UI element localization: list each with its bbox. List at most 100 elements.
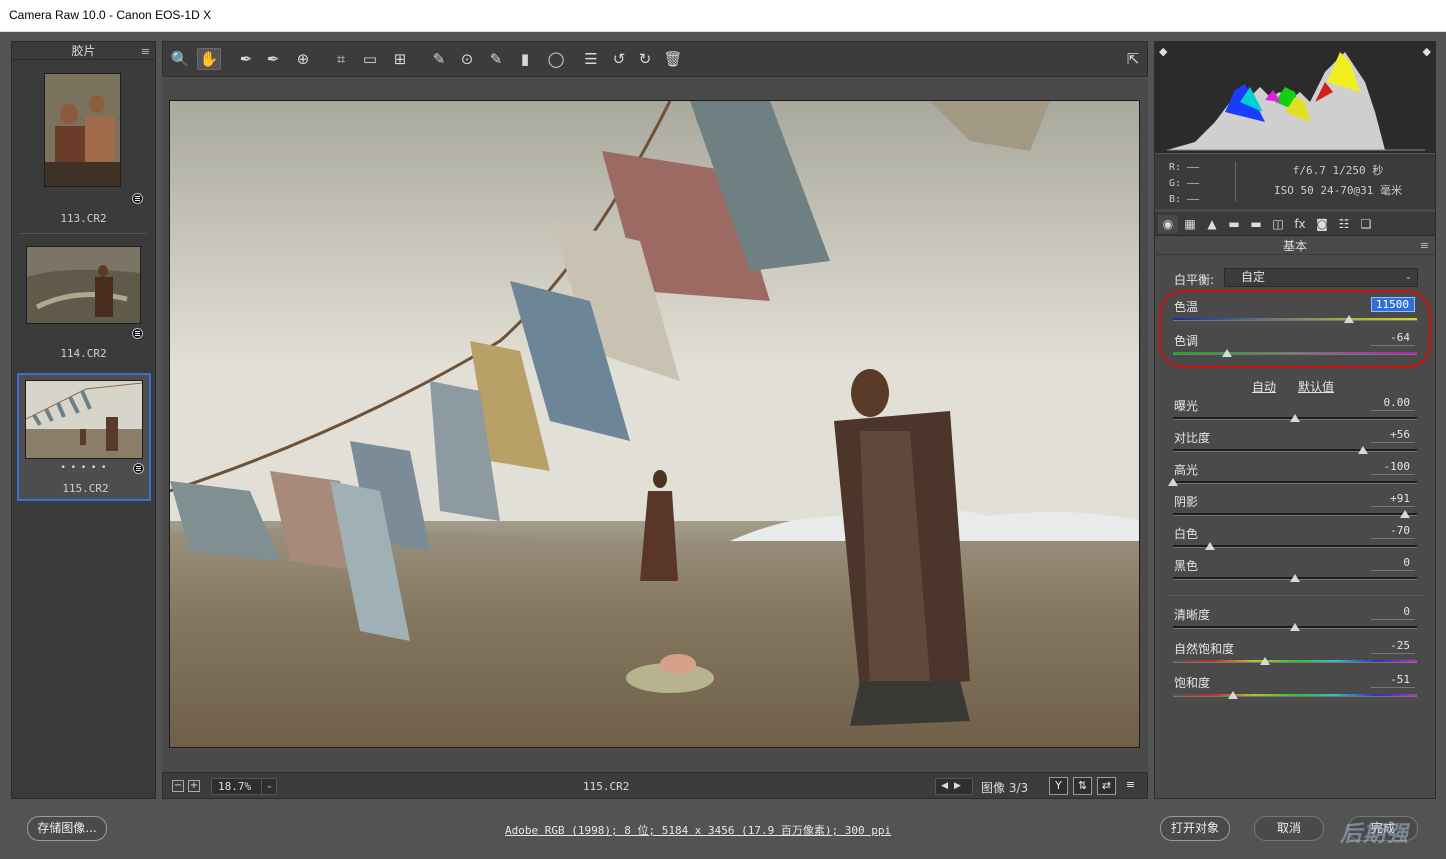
open-object-button[interactable]: 打开对象: [1160, 816, 1230, 841]
default-link[interactable]: 默认值: [1298, 378, 1334, 395]
slider-track[interactable]: [1173, 660, 1417, 663]
slider-value-field[interactable]: -51: [1371, 673, 1415, 688]
slider-sliders_tone-3[interactable]: 阴影 +91: [1173, 492, 1417, 523]
slider-sliders_tone-2[interactable]: 高光 -100: [1168, 460, 1417, 491]
toggle-settings-icon[interactable]: ≡: [1121, 777, 1140, 795]
graduated-filter-icon[interactable]: ▮: [513, 48, 537, 70]
info-divider: [1235, 162, 1236, 202]
slider-thumb[interactable]: [1358, 446, 1369, 454]
workflow-options-link[interactable]: Adobe RGB (1998); 8 位; 5184 x 3456 (17.9…: [505, 822, 891, 838]
slider-thumb[interactable]: [1290, 574, 1300, 582]
slider-thumb[interactable]: [1259, 657, 1270, 665]
white-balance-icon[interactable]: ✒: [234, 48, 258, 70]
swap-settings-icon[interactable]: ⇅: [1073, 777, 1092, 795]
panel-menu-icon[interactable]: ≡: [1420, 237, 1429, 255]
histogram: ◆ ◆: [1155, 42, 1435, 153]
slider-sliders_tone-0[interactable]: 曝光 0.00: [1173, 396, 1417, 427]
section-title-text: 基本: [1282, 239, 1307, 253]
slider-track[interactable]: [1173, 449, 1417, 452]
slider-value-field[interactable]: -25: [1371, 639, 1415, 654]
presets-tab-icon[interactable]: ☷: [1334, 215, 1354, 233]
copy-settings-icon[interactable]: ⇄: [1097, 777, 1116, 795]
basic-tab-icon[interactable]: ◉: [1158, 215, 1178, 233]
fullscreen-icon[interactable]: ⇱: [1121, 48, 1145, 70]
slider-value-field[interactable]: 0.00: [1371, 396, 1415, 411]
slider-thumb[interactable]: [1290, 414, 1300, 422]
slider-sliders_presence-0[interactable]: 清晰度 0: [1173, 605, 1417, 636]
lens-tab-icon[interactable]: ◫: [1268, 215, 1288, 233]
image-nav-arrows[interactable]: ◀▶: [935, 778, 973, 795]
image-canvas[interactable]: [162, 78, 1148, 772]
transform-icon[interactable]: ⊞: [388, 48, 412, 70]
image-counter: 图像 3/3: [981, 781, 1029, 795]
crop-icon[interactable]: ⌗: [329, 48, 353, 70]
slider-track[interactable]: [1173, 481, 1417, 484]
slider-track[interactable]: [1173, 694, 1417, 697]
slider-value-field[interactable]: -70: [1371, 524, 1415, 539]
zoom-dropdown-icon[interactable]: ⌄: [261, 778, 277, 795]
slider-label: 曝光: [1174, 399, 1199, 413]
zoom-in-button[interactable]: +: [188, 780, 200, 792]
thumbnail-image[interactable]: [44, 73, 121, 187]
cancel-button[interactable]: 取消: [1254, 816, 1324, 841]
filmstrip-item-114[interactable]: 114.CR2: [12, 237, 155, 367]
slider-thumb[interactable]: [1168, 478, 1178, 486]
split-toning-tab-icon[interactable]: ▬: [1246, 215, 1266, 233]
zoom-out-button[interactable]: −: [172, 780, 184, 792]
slider-thumb[interactable]: [1290, 623, 1300, 631]
slider-sliders_tone-4[interactable]: 白色 -70: [1173, 524, 1417, 555]
readout-b: B: ——: [1169, 194, 1200, 205]
rotate-right-icon[interactable]: ↻: [633, 48, 657, 70]
thumbnail-image[interactable]: [25, 380, 143, 459]
slider-value-field[interactable]: 0: [1371, 556, 1415, 571]
slider-thumb[interactable]: [1399, 510, 1410, 518]
auto-link[interactable]: 自动: [1252, 378, 1276, 395]
camera-calibration-tab-icon[interactable]: ◙: [1312, 215, 1332, 233]
red-eye-icon[interactable]: ⊙: [455, 48, 479, 70]
slider-value-field[interactable]: 0: [1371, 605, 1415, 620]
effects-tab-icon[interactable]: fx: [1290, 215, 1310, 233]
save-image-button[interactable]: 存储图像...: [27, 816, 107, 841]
white-balance-label: 白平衡:: [1174, 273, 1215, 287]
radial-filter-icon[interactable]: ◯: [544, 48, 568, 70]
slider-sliders_tone-5[interactable]: 黑色 0: [1173, 556, 1417, 587]
white-balance-value: 自定: [1241, 270, 1266, 284]
slider-thumb[interactable]: [1227, 691, 1238, 699]
slider-value-field[interactable]: +56: [1371, 428, 1415, 443]
hand-icon[interactable]: ✋: [197, 48, 221, 70]
detail-tab-icon[interactable]: ▲: [1202, 215, 1222, 233]
rotate-left-icon[interactable]: ↺: [607, 48, 631, 70]
slider-value-field[interactable]: +91: [1371, 492, 1415, 507]
white-balance-select[interactable]: 自定 ⌄: [1224, 268, 1418, 287]
filmstrip-item-115[interactable]: • • • • • 115.CR2: [17, 373, 151, 501]
slider-label: 饱和度: [1174, 676, 1211, 690]
slider-thumb[interactable]: [1204, 542, 1215, 550]
slider-label: 清晰度: [1174, 608, 1211, 622]
filmstrip-separator: [20, 233, 147, 234]
target-adjust-icon[interactable]: ⊕: [291, 48, 315, 70]
status-bar: − + 18.7% ⌄ 115.CR2 ◀▶ 图像 3/3 Y ⇅ ⇄ ≡: [162, 772, 1148, 799]
spot-removal-icon[interactable]: ✎: [427, 48, 451, 70]
slider-track[interactable]: [1173, 513, 1417, 516]
slider-label: 阴影: [1174, 495, 1199, 509]
thumbnail-image[interactable]: [26, 246, 141, 324]
hsl-tab-icon[interactable]: ▬: [1224, 215, 1244, 233]
preview-image[interactable]: [169, 100, 1140, 748]
delete-icon[interactable]: 🗑: [661, 48, 685, 70]
color-sampler-icon[interactable]: ✒: [261, 48, 285, 70]
slider-sliders_presence-1[interactable]: 自然饱和度 -25: [1173, 639, 1417, 670]
before-after-icon[interactable]: Y: [1049, 777, 1068, 795]
zoom-icon[interactable]: 🔍: [168, 48, 192, 70]
slider-sliders_presence-2[interactable]: 饱和度 -51: [1173, 673, 1417, 704]
slider-value-field[interactable]: -100: [1371, 460, 1415, 475]
straighten-icon[interactable]: ▭: [358, 48, 382, 70]
zoom-level-value: 18.7%: [218, 780, 252, 793]
rating-stars[interactable]: • • • • •: [19, 463, 149, 473]
filmstrip-menu-icon[interactable]: ≡: [141, 43, 150, 61]
presets-list-icon[interactable]: ☰: [579, 48, 603, 70]
snapshots-tab-icon[interactable]: ❏: [1356, 215, 1376, 233]
adjustment-brush-icon[interactable]: ✎: [484, 48, 508, 70]
slider-sliders_tone-1[interactable]: 对比度 +56: [1173, 428, 1417, 459]
tone-curve-tab-icon[interactable]: ▦: [1180, 215, 1200, 233]
filmstrip-item-113[interactable]: 113.CR2: [12, 62, 155, 232]
